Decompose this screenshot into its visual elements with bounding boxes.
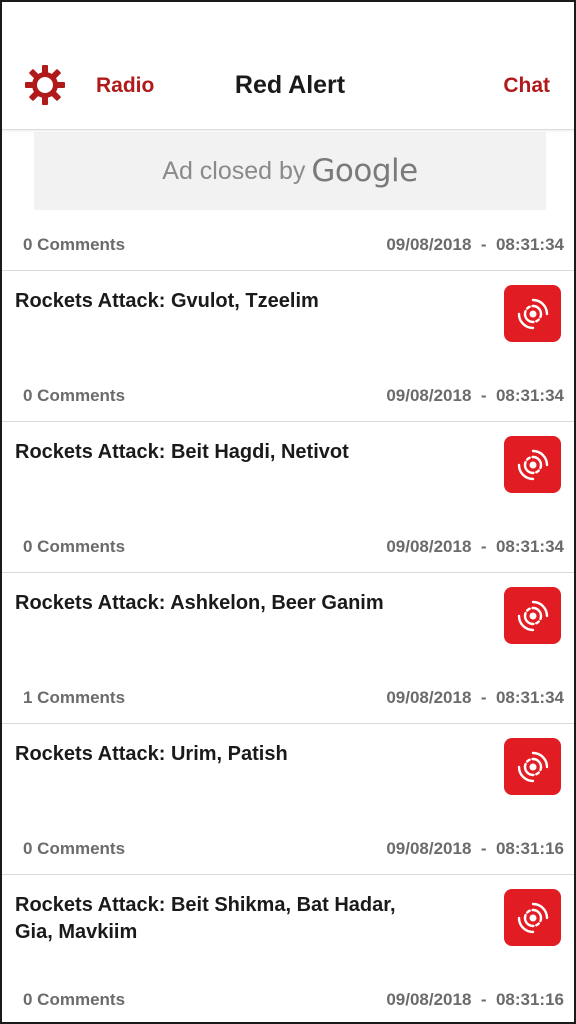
page-title: Red Alert bbox=[234, 71, 346, 99]
chat-button[interactable]: Chat bbox=[503, 74, 550, 98]
alert-timestamp: 09/08/2018 - 08:31:34 bbox=[386, 235, 564, 254]
divider bbox=[2, 270, 574, 271]
siren-icon[interactable] bbox=[504, 889, 561, 946]
comments-link[interactable]: 0 Comments bbox=[23, 990, 125, 1010]
comments-link[interactable]: 0 Comments bbox=[23, 839, 125, 859]
google-logo: Google bbox=[311, 153, 418, 189]
divider bbox=[2, 723, 574, 724]
alert-timestamp: 09/08/2018 - 08:31:34 bbox=[386, 688, 564, 707]
divider bbox=[2, 572, 574, 573]
app-screen: Radio Red Alert Chat Ad closed by Google… bbox=[0, 0, 576, 1024]
alert-timestamp: 09/08/2018 - 08:31:16 bbox=[386, 839, 564, 858]
comments-link[interactable]: 1 Comments bbox=[23, 688, 125, 708]
alert-title: Rockets Attack: Urim, Patish bbox=[15, 743, 288, 765]
alert-meta: 0 Comments 09/08/2018 - 08:31:34 bbox=[2, 225, 574, 265]
comments-link[interactable]: 0 Comments bbox=[23, 386, 125, 406]
alert-title: Rockets Attack: Gvulot, Tzeelim bbox=[15, 290, 319, 312]
alert-meta: 0 Comments 09/08/2018 - 08:31:34 bbox=[2, 376, 574, 416]
alert-title: Rockets Attack: Beit Shikma, Bat Hadar, … bbox=[15, 894, 396, 943]
siren-icon[interactable] bbox=[504, 285, 561, 342]
divider bbox=[2, 874, 574, 875]
alert-timestamp: 09/08/2018 - 08:31:34 bbox=[386, 386, 564, 405]
ad-closed-text: Ad closed by bbox=[162, 156, 306, 185]
divider bbox=[2, 421, 574, 422]
comments-link[interactable]: 0 Comments bbox=[23, 537, 125, 557]
alert-title: Rockets Attack: Beit Hagdi, Netivot bbox=[15, 441, 349, 463]
siren-icon[interactable] bbox=[504, 587, 561, 644]
alert-meta: 0 Comments 09/08/2018 - 08:31:16 bbox=[2, 829, 574, 869]
alert-meta: 1 Comments 09/08/2018 - 08:31:34 bbox=[2, 678, 574, 718]
siren-icon[interactable] bbox=[504, 436, 561, 493]
alert-timestamp: 09/08/2018 - 08:31:34 bbox=[386, 537, 564, 556]
alert-title: Rockets Attack: Ashkelon, Beer Ganim bbox=[15, 592, 384, 614]
alert-meta: 0 Comments 09/08/2018 - 08:31:16 bbox=[2, 980, 574, 1020]
alert-meta: 0 Comments 09/08/2018 - 08:31:34 bbox=[2, 527, 574, 567]
siren-icon[interactable] bbox=[504, 738, 561, 795]
top-bar: Radio Red Alert Chat bbox=[2, 2, 574, 130]
ad-banner: Ad closed by Google bbox=[34, 132, 546, 210]
comments-link[interactable]: 0 Comments bbox=[23, 235, 125, 255]
alert-timestamp: 09/08/2018 - 08:31:16 bbox=[386, 990, 564, 1009]
